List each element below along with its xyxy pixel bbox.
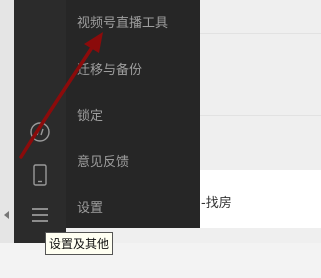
menu-item-label: 视频号直播工具 <box>77 15 169 31</box>
menu-item-feedback[interactable]: 意见反馈 <box>66 140 200 180</box>
menu-item-label: 锁定 <box>77 108 104 124</box>
phone-icon[interactable] <box>26 161 54 189</box>
divider <box>200 33 321 34</box>
menu-item-lock[interactable]: 锁定 <box>66 94 200 134</box>
settings-popup-menu: 视频号直播工具 迁移与备份 锁定 意见反馈 设置 <box>66 0 200 228</box>
menu-item-live-tools[interactable]: 视频号直播工具 <box>66 1 200 41</box>
tooltip-text: 设置及其他 <box>49 237 110 251</box>
chat-list-item-title: -找房 <box>201 196 232 211</box>
menu-item-label: 迁移与备份 <box>77 62 143 78</box>
menu-icon[interactable] <box>26 201 54 229</box>
scroll-left-arrow-icon[interactable] <box>4 211 9 219</box>
tooltip: 设置及其他 <box>45 232 114 255</box>
sidebar <box>14 0 66 243</box>
menu-item-label: 意见反馈 <box>77 154 130 170</box>
menu-item-migrate-backup[interactable]: 迁移与备份 <box>66 48 200 88</box>
divider <box>200 115 321 116</box>
menu-item-settings[interactable]: 设置 <box>66 186 200 226</box>
mini-program-icon[interactable] <box>26 118 54 146</box>
menu-item-label: 设置 <box>77 200 104 216</box>
